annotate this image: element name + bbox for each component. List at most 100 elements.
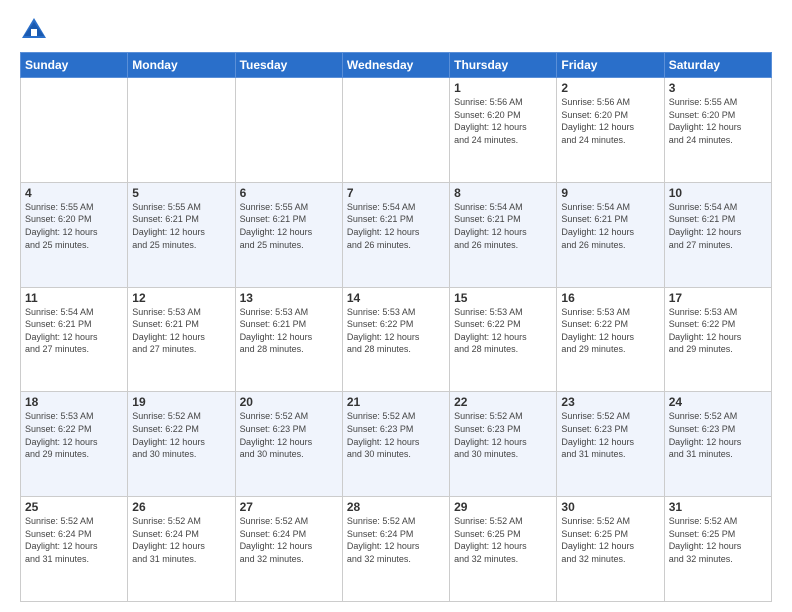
day-info: Sunrise: 5:53 AM Sunset: 6:22 PM Dayligh…	[669, 306, 767, 356]
calendar-cell: 2Sunrise: 5:56 AM Sunset: 6:20 PM Daylig…	[557, 78, 664, 183]
day-number: 27	[240, 500, 338, 514]
day-info: Sunrise: 5:52 AM Sunset: 6:25 PM Dayligh…	[454, 515, 552, 565]
day-info: Sunrise: 5:54 AM Sunset: 6:21 PM Dayligh…	[347, 201, 445, 251]
calendar-cell: 17Sunrise: 5:53 AM Sunset: 6:22 PM Dayli…	[664, 287, 771, 392]
calendar-header-saturday: Saturday	[664, 53, 771, 78]
day-number: 25	[25, 500, 123, 514]
day-number: 18	[25, 395, 123, 409]
day-info: Sunrise: 5:52 AM Sunset: 6:22 PM Dayligh…	[132, 410, 230, 460]
calendar-header-wednesday: Wednesday	[342, 53, 449, 78]
day-number: 13	[240, 291, 338, 305]
calendar-cell: 14Sunrise: 5:53 AM Sunset: 6:22 PM Dayli…	[342, 287, 449, 392]
calendar-cell: 15Sunrise: 5:53 AM Sunset: 6:22 PM Dayli…	[450, 287, 557, 392]
day-number: 26	[132, 500, 230, 514]
calendar-header-row: SundayMondayTuesdayWednesdayThursdayFrid…	[21, 53, 772, 78]
day-info: Sunrise: 5:55 AM Sunset: 6:20 PM Dayligh…	[25, 201, 123, 251]
day-number: 1	[454, 81, 552, 95]
day-number: 22	[454, 395, 552, 409]
day-info: Sunrise: 5:54 AM Sunset: 6:21 PM Dayligh…	[25, 306, 123, 356]
day-info: Sunrise: 5:53 AM Sunset: 6:21 PM Dayligh…	[240, 306, 338, 356]
calendar-cell: 13Sunrise: 5:53 AM Sunset: 6:21 PM Dayli…	[235, 287, 342, 392]
day-info: Sunrise: 5:52 AM Sunset: 6:23 PM Dayligh…	[347, 410, 445, 460]
calendar-header-monday: Monday	[128, 53, 235, 78]
calendar-cell: 16Sunrise: 5:53 AM Sunset: 6:22 PM Dayli…	[557, 287, 664, 392]
day-info: Sunrise: 5:52 AM Sunset: 6:23 PM Dayligh…	[454, 410, 552, 460]
day-number: 29	[454, 500, 552, 514]
calendar-week-row: 25Sunrise: 5:52 AM Sunset: 6:24 PM Dayli…	[21, 497, 772, 602]
calendar-week-row: 4Sunrise: 5:55 AM Sunset: 6:20 PM Daylig…	[21, 182, 772, 287]
day-number: 28	[347, 500, 445, 514]
day-info: Sunrise: 5:56 AM Sunset: 6:20 PM Dayligh…	[561, 96, 659, 146]
day-info: Sunrise: 5:52 AM Sunset: 6:25 PM Dayligh…	[669, 515, 767, 565]
day-info: Sunrise: 5:52 AM Sunset: 6:25 PM Dayligh…	[561, 515, 659, 565]
page: SundayMondayTuesdayWednesdayThursdayFrid…	[0, 0, 792, 612]
day-info: Sunrise: 5:53 AM Sunset: 6:22 PM Dayligh…	[347, 306, 445, 356]
day-number: 16	[561, 291, 659, 305]
day-info: Sunrise: 5:53 AM Sunset: 6:21 PM Dayligh…	[132, 306, 230, 356]
calendar-cell: 7Sunrise: 5:54 AM Sunset: 6:21 PM Daylig…	[342, 182, 449, 287]
calendar-cell: 21Sunrise: 5:52 AM Sunset: 6:23 PM Dayli…	[342, 392, 449, 497]
day-info: Sunrise: 5:52 AM Sunset: 6:24 PM Dayligh…	[25, 515, 123, 565]
day-info: Sunrise: 5:55 AM Sunset: 6:20 PM Dayligh…	[669, 96, 767, 146]
calendar-cell: 6Sunrise: 5:55 AM Sunset: 6:21 PM Daylig…	[235, 182, 342, 287]
day-info: Sunrise: 5:53 AM Sunset: 6:22 PM Dayligh…	[561, 306, 659, 356]
day-number: 7	[347, 186, 445, 200]
calendar-header-thursday: Thursday	[450, 53, 557, 78]
calendar-cell: 20Sunrise: 5:52 AM Sunset: 6:23 PM Dayli…	[235, 392, 342, 497]
day-number: 14	[347, 291, 445, 305]
calendar-cell: 31Sunrise: 5:52 AM Sunset: 6:25 PM Dayli…	[664, 497, 771, 602]
calendar-week-row: 11Sunrise: 5:54 AM Sunset: 6:21 PM Dayli…	[21, 287, 772, 392]
day-number: 6	[240, 186, 338, 200]
calendar-cell	[235, 78, 342, 183]
calendar-cell: 19Sunrise: 5:52 AM Sunset: 6:22 PM Dayli…	[128, 392, 235, 497]
calendar-cell	[128, 78, 235, 183]
calendar-table: SundayMondayTuesdayWednesdayThursdayFrid…	[20, 52, 772, 602]
day-number: 12	[132, 291, 230, 305]
calendar-cell: 29Sunrise: 5:52 AM Sunset: 6:25 PM Dayli…	[450, 497, 557, 602]
calendar-cell: 18Sunrise: 5:53 AM Sunset: 6:22 PM Dayli…	[21, 392, 128, 497]
calendar-cell: 24Sunrise: 5:52 AM Sunset: 6:23 PM Dayli…	[664, 392, 771, 497]
day-info: Sunrise: 5:54 AM Sunset: 6:21 PM Dayligh…	[454, 201, 552, 251]
day-number: 9	[561, 186, 659, 200]
day-number: 21	[347, 395, 445, 409]
day-number: 19	[132, 395, 230, 409]
calendar-cell: 30Sunrise: 5:52 AM Sunset: 6:25 PM Dayli…	[557, 497, 664, 602]
day-number: 11	[25, 291, 123, 305]
day-info: Sunrise: 5:54 AM Sunset: 6:21 PM Dayligh…	[561, 201, 659, 251]
day-info: Sunrise: 5:52 AM Sunset: 6:24 PM Dayligh…	[132, 515, 230, 565]
day-number: 4	[25, 186, 123, 200]
calendar-cell: 12Sunrise: 5:53 AM Sunset: 6:21 PM Dayli…	[128, 287, 235, 392]
day-number: 31	[669, 500, 767, 514]
day-number: 17	[669, 291, 767, 305]
day-number: 10	[669, 186, 767, 200]
day-number: 24	[669, 395, 767, 409]
calendar-cell: 27Sunrise: 5:52 AM Sunset: 6:24 PM Dayli…	[235, 497, 342, 602]
calendar-cell: 23Sunrise: 5:52 AM Sunset: 6:23 PM Dayli…	[557, 392, 664, 497]
calendar-cell: 10Sunrise: 5:54 AM Sunset: 6:21 PM Dayli…	[664, 182, 771, 287]
calendar-cell: 9Sunrise: 5:54 AM Sunset: 6:21 PM Daylig…	[557, 182, 664, 287]
calendar-week-row: 1Sunrise: 5:56 AM Sunset: 6:20 PM Daylig…	[21, 78, 772, 183]
day-number: 5	[132, 186, 230, 200]
day-info: Sunrise: 5:52 AM Sunset: 6:23 PM Dayligh…	[669, 410, 767, 460]
logo	[20, 16, 52, 44]
day-info: Sunrise: 5:54 AM Sunset: 6:21 PM Dayligh…	[669, 201, 767, 251]
day-info: Sunrise: 5:53 AM Sunset: 6:22 PM Dayligh…	[25, 410, 123, 460]
calendar-cell: 28Sunrise: 5:52 AM Sunset: 6:24 PM Dayli…	[342, 497, 449, 602]
calendar-week-row: 18Sunrise: 5:53 AM Sunset: 6:22 PM Dayli…	[21, 392, 772, 497]
calendar-cell: 5Sunrise: 5:55 AM Sunset: 6:21 PM Daylig…	[128, 182, 235, 287]
calendar-cell: 1Sunrise: 5:56 AM Sunset: 6:20 PM Daylig…	[450, 78, 557, 183]
logo-icon	[20, 16, 48, 44]
day-number: 15	[454, 291, 552, 305]
day-info: Sunrise: 5:53 AM Sunset: 6:22 PM Dayligh…	[454, 306, 552, 356]
day-number: 8	[454, 186, 552, 200]
day-number: 2	[561, 81, 659, 95]
day-info: Sunrise: 5:52 AM Sunset: 6:23 PM Dayligh…	[240, 410, 338, 460]
calendar-header-tuesday: Tuesday	[235, 53, 342, 78]
day-info: Sunrise: 5:52 AM Sunset: 6:23 PM Dayligh…	[561, 410, 659, 460]
day-info: Sunrise: 5:56 AM Sunset: 6:20 PM Dayligh…	[454, 96, 552, 146]
calendar-header-friday: Friday	[557, 53, 664, 78]
calendar-header-sunday: Sunday	[21, 53, 128, 78]
day-info: Sunrise: 5:52 AM Sunset: 6:24 PM Dayligh…	[347, 515, 445, 565]
calendar-cell: 25Sunrise: 5:52 AM Sunset: 6:24 PM Dayli…	[21, 497, 128, 602]
header	[20, 16, 772, 44]
